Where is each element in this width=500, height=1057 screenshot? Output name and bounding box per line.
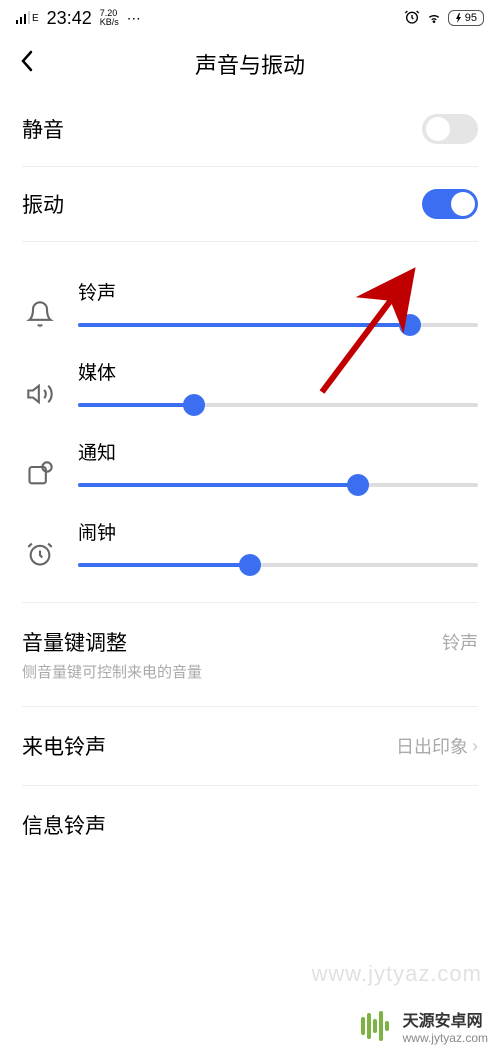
incoming-ringtone-row[interactable]: 来电铃声 日出印象 › xyxy=(22,707,478,786)
vibrate-label: 振动 xyxy=(22,189,64,219)
watermark-logo-icon xyxy=(355,1007,393,1045)
media-slider-label: 媒体 xyxy=(78,358,478,385)
volume-key-value: 铃声 xyxy=(442,629,478,655)
notification-slider-label: 通知 xyxy=(78,438,478,465)
ringtone-slider[interactable] xyxy=(78,323,478,327)
speaker-icon xyxy=(22,376,58,412)
media-slider-row: 媒体 xyxy=(22,338,478,418)
signal-label: E xyxy=(32,13,39,24)
mute-toggle[interactable] xyxy=(422,114,478,144)
notification-slider-row: 通知 xyxy=(22,418,478,498)
clock-icon xyxy=(22,536,58,572)
chevron-right-icon: › xyxy=(472,736,478,757)
media-slider[interactable] xyxy=(78,403,478,407)
message-ringtone-title: 信息铃声 xyxy=(22,810,478,840)
battery-indicator: 95 xyxy=(448,10,484,26)
message-ringtone-row[interactable]: 信息铃声 xyxy=(22,786,478,864)
vibrate-row[interactable]: 振动 xyxy=(22,167,478,242)
watermark-bar: 天源安卓网 www.jytyaz.com xyxy=(0,995,500,1057)
volume-key-title: 音量键调整 xyxy=(22,627,442,657)
wifi-icon xyxy=(426,9,442,28)
alarm-slider[interactable] xyxy=(78,563,478,567)
more-icon: ⋯ xyxy=(127,10,142,27)
status-time: 23:42 xyxy=(47,8,92,29)
alarm-slider-row: 闹钟 xyxy=(22,498,478,578)
alarm-status-icon xyxy=(404,9,420,28)
back-button[interactable] xyxy=(20,49,34,80)
mute-label: 静音 xyxy=(22,114,64,144)
ringtone-slider-row: 铃声 xyxy=(22,258,478,338)
watermark-title: 天源安卓网 xyxy=(403,1007,488,1031)
status-bar: E 23:42 7.20KB/s ⋯ 95 xyxy=(0,0,500,36)
notification-icon xyxy=(22,456,58,492)
incoming-ringtone-title: 来电铃声 xyxy=(22,731,396,761)
header: 声音与振动 xyxy=(0,36,500,92)
alarm-slider-label: 闹钟 xyxy=(78,518,478,545)
bell-icon xyxy=(22,296,58,332)
signal-icon xyxy=(16,10,30,27)
ringtone-slider-label: 铃声 xyxy=(78,278,478,305)
volume-key-row[interactable]: 音量键调整 侧音量键可控制来电的音量 铃声 xyxy=(22,603,478,707)
vibrate-toggle[interactable] xyxy=(422,189,478,219)
notification-slider[interactable] xyxy=(78,483,478,487)
watermark-ghost: www.jytyaz.com xyxy=(312,961,482,987)
page-title: 声音与振动 xyxy=(20,48,480,80)
watermark-url: www.jytyaz.com xyxy=(403,1031,488,1045)
volume-key-sub: 侧音量键可控制来电的音量 xyxy=(22,661,442,682)
mute-row[interactable]: 静音 xyxy=(22,92,478,167)
status-speed: 7.20KB/s xyxy=(100,9,119,27)
incoming-ringtone-value: 日出印象 › xyxy=(396,733,478,759)
